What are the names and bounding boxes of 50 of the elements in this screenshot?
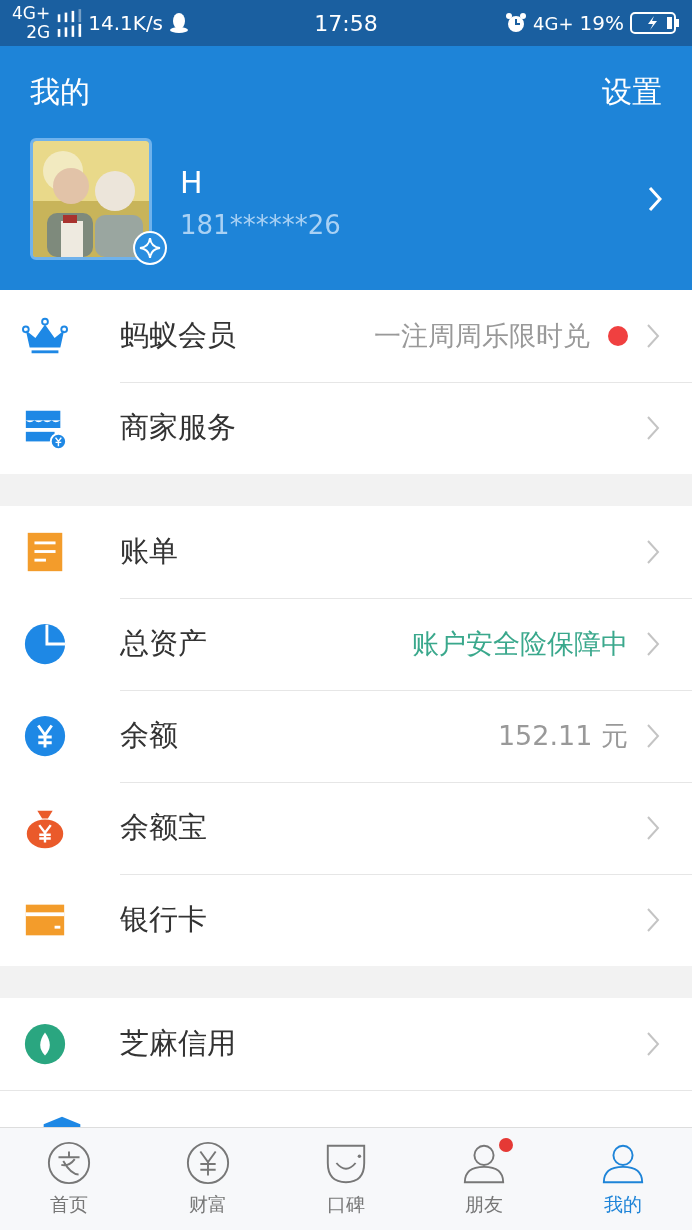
tab-item[interactable]: 首页 [0,1128,139,1230]
alarm-icon [505,12,528,34]
menu-row[interactable]: 蚂蚁会员 一注周周乐限时兑 [0,290,692,382]
chevron-right-icon [646,323,660,349]
menu-row[interactable]: 银行卡 [0,874,692,966]
chevron-right-icon[interactable] [648,186,662,212]
row-label: 账单 [120,533,179,570]
menu-row[interactable]: 总资产 账户安全险保障中 [0,598,692,690]
battery-icon [630,12,680,34]
network-label: 4G+ [12,4,51,23]
row-label: 总资产 [120,625,208,662]
chevron-right-icon [646,907,660,933]
menu-row[interactable]: 商家服务 [0,382,692,474]
pay-circle-icon [46,1140,93,1186]
phone-number: 181******26 [180,209,342,240]
row-label: 余额 [120,717,179,754]
menu-row[interactable]: 余额宝 [0,782,692,874]
settings-link[interactable]: 设置 [602,71,662,113]
yuan-coin-icon [22,713,68,759]
tab-item[interactable]: 我的 [553,1128,692,1230]
menu-row[interactable]: 余额 152.11 元 [0,690,692,782]
network-speed: 14.1K/s [88,11,164,35]
row-value: 一注周周乐限时兑 [374,319,590,353]
row-label: 芝麻信用 [120,1025,237,1062]
tab-item[interactable]: 财富 [138,1128,277,1230]
chevron-right-icon [646,815,660,841]
chevron-right-icon [646,1031,660,1057]
clock-time: 17:58 [314,10,378,36]
chevron-right-icon [646,539,660,565]
menu-row[interactable]: 账单 [0,506,692,598]
network-label: 4G+ [533,12,574,34]
chevron-right-icon [646,631,660,657]
row-label: 蚂蚁会员 [120,317,237,354]
row-label: 商家服务 [120,409,237,446]
chevron-right-icon [646,415,660,441]
battery-percent: 19% [579,11,624,35]
page-title: 我的 [30,72,90,111]
network-label: 2G [26,23,51,42]
pie-chart-icon [22,621,68,667]
menu-row[interactable]: 芝麻信用 [0,998,692,1090]
row-value: 152.11 元 [497,719,628,753]
tab-item[interactable]: 朋友 [415,1128,554,1230]
user-name: H [180,164,204,200]
row-value: 账户安全险保障中 [412,627,628,661]
yuan-circle-icon [184,1140,231,1186]
tab-item[interactable]: 口碑 [276,1128,416,1230]
row-label: 余额宝 [120,809,208,846]
drop-icon [22,1021,68,1067]
row-label: 银行卡 [120,901,208,938]
chevron-right-icon [646,723,660,749]
